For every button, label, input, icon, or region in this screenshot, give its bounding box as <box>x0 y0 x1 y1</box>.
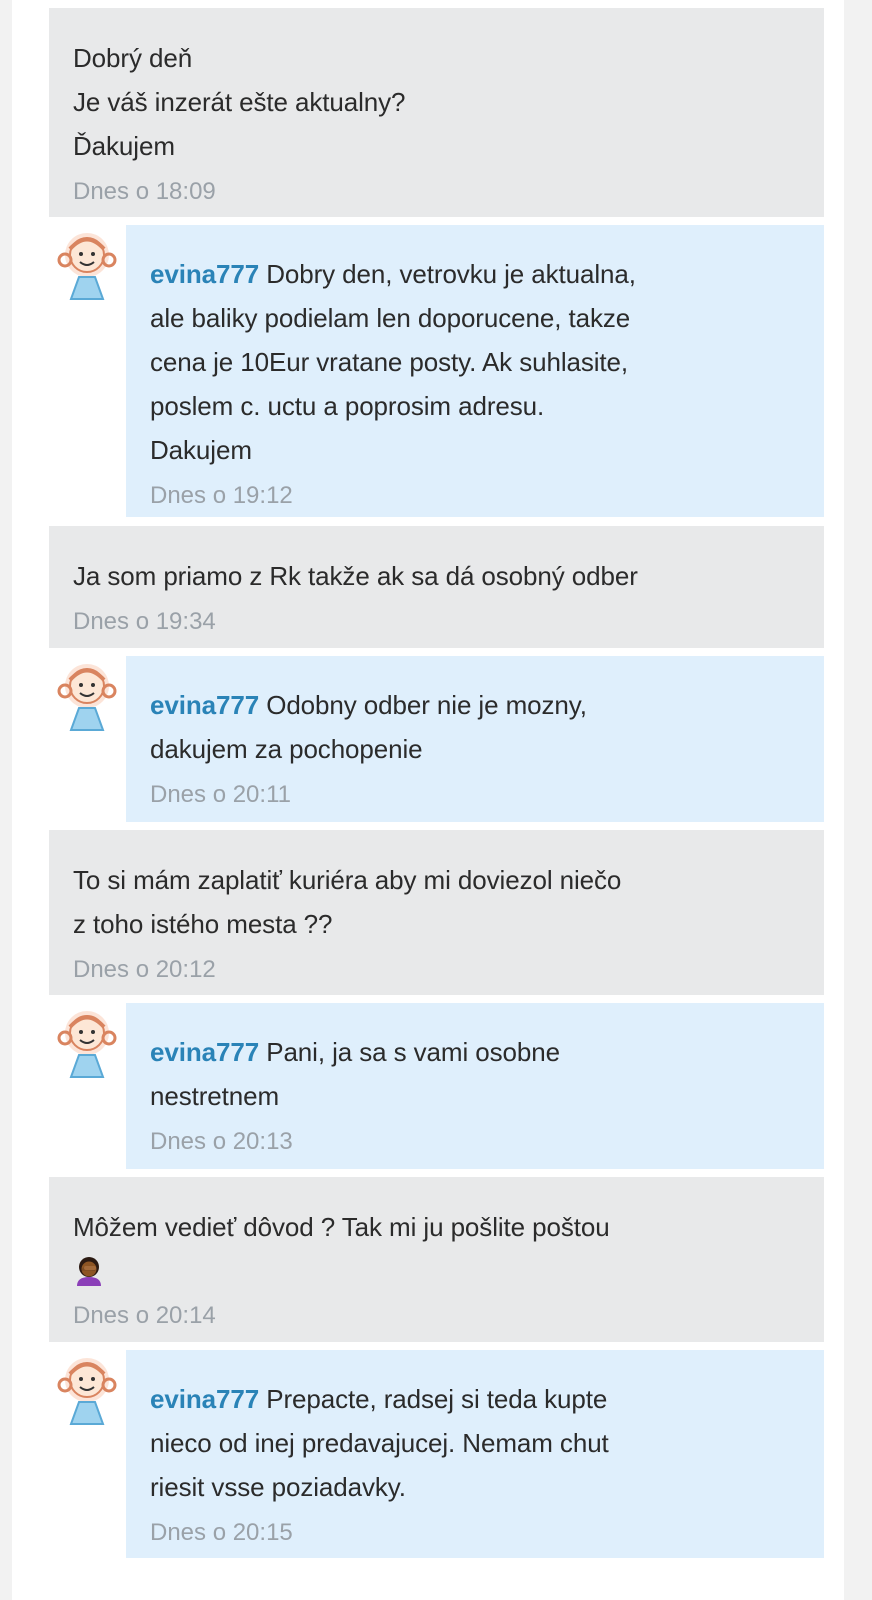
message-body: evina777 Odobny odber nie je mozny, daku… <box>150 683 800 771</box>
girl-avatar-icon <box>49 1003 126 1080</box>
girl-avatar-icon <box>49 656 126 733</box>
woman-facepalming-icon <box>73 1255 800 1292</box>
username-link[interactable]: evina777 <box>150 1384 259 1414</box>
message-timestamp: Dnes o 20:14 <box>73 1302 216 1329</box>
message-timestamp: Dnes o 20:11 <box>150 781 291 808</box>
message-body: evina777 Dobry den, vetrovku je aktualna… <box>150 252 800 472</box>
buyer-message: Môžem vedieť dôvod ? Tak mi ju pošlite p… <box>49 1177 824 1342</box>
buyer-message: Ja som priamo z Rk takže ak sa dá osobný… <box>49 526 824 648</box>
username-link[interactable]: evina777 <box>150 690 259 720</box>
girl-avatar-icon <box>49 1350 126 1427</box>
girl-avatar-icon <box>49 225 126 302</box>
message-timestamp: Dnes o 18:09 <box>73 178 216 205</box>
message-timestamp: Dnes o 20:13 <box>150 1128 293 1155</box>
message-text: Ja som priamo z Rk takže ak sa dá osobný… <box>73 561 638 591</box>
left-margin <box>0 0 12 1600</box>
message-body: evina777 Prepacte, radsej si teda kupte … <box>150 1377 800 1509</box>
seller-avatar[interactable] <box>49 1003 126 1080</box>
message-body: evina777 Pani, ja sa s vami osobne nestr… <box>150 1030 800 1118</box>
buyer-message: Dobrý deň Je váš inzerát ešte aktualny? … <box>49 8 824 217</box>
seller-message: evina777 Odobny odber nie je mozny, daku… <box>126 656 824 822</box>
seller-message: evina777 Prepacte, radsej si teda kupte … <box>126 1350 824 1558</box>
message-text: To si mám zaplatiť kuriéra aby mi doviez… <box>73 865 622 939</box>
seller-avatar[interactable] <box>49 225 126 302</box>
username-link[interactable]: evina777 <box>150 1037 259 1067</box>
seller-avatar[interactable] <box>49 1350 126 1427</box>
message-timestamp: Dnes o 20:12 <box>73 956 216 983</box>
message-text: Dobrý deň Je váš inzerát ešte aktualny? … <box>73 43 406 161</box>
username-link[interactable]: evina777 <box>150 259 259 289</box>
right-margin <box>844 0 872 1600</box>
seller-message: evina777 Pani, ja sa s vami osobne nestr… <box>126 1003 824 1169</box>
message-timestamp: Dnes o 19:12 <box>150 482 293 509</box>
seller-message: evina777 Dobry den, vetrovku je aktualna… <box>126 225 824 517</box>
message-timestamp: Dnes o 19:34 <box>73 608 216 635</box>
message-text: Môžem vedieť dôvod ? Tak mi ju pošlite p… <box>73 1212 610 1242</box>
message-timestamp: Dnes o 20:15 <box>150 1519 293 1546</box>
seller-avatar[interactable] <box>49 656 126 733</box>
buyer-message: To si mám zaplatiť kuriéra aby mi doviez… <box>49 830 824 995</box>
message-text: Dobry den, vetrovku je aktualna, ale bal… <box>150 259 636 465</box>
